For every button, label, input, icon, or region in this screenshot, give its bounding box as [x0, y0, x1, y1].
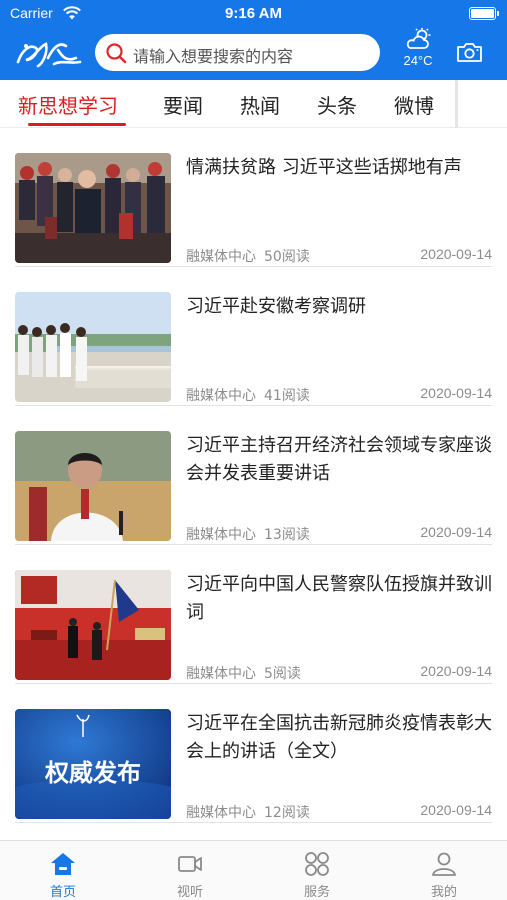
news-title: 习近平赴安徽考察调研 [186, 296, 366, 317]
app-header: Carrier 9:16 AM 请输入想要搜索的内容 24°C [0, 0, 507, 80]
nav-profile-label: 我的 [430, 885, 457, 900]
news-source: 融媒体中心 [186, 249, 256, 265]
news-source: 融媒体中心 [186, 388, 256, 404]
clock: 9:16 AM [225, 5, 282, 22]
weather-widget[interactable]: 24°C [396, 28, 440, 74]
news-title: 习近平向中国人民警察队伍授旗并致训词 [186, 574, 492, 623]
read-count: 50阅读 [264, 249, 310, 265]
news-date: 2020-09-14 [420, 246, 492, 262]
tab-new-thought[interactable]: 新思想学习 [18, 90, 118, 119]
nav-home[interactable]: 首页 [0, 841, 126, 900]
app-logo[interactable] [14, 36, 84, 70]
battery-icon [469, 7, 499, 20]
grid-icon [305, 852, 329, 876]
news-title: 习近平在全国抗击新冠肺炎疫情表彰大会上的讲话（全文） [186, 713, 492, 762]
tab-scroll-edge [455, 80, 458, 128]
news-date: 2020-09-14 [420, 524, 492, 540]
nav-video[interactable]: 视听 [127, 841, 253, 900]
news-date: 2020-09-14 [420, 385, 492, 401]
user-icon [432, 852, 456, 876]
news-source: 融媒体中心 [186, 666, 256, 682]
news-source: 融媒体中心 [186, 527, 256, 543]
nav-services-label: 服务 [303, 885, 330, 900]
home-icon [51, 853, 75, 875]
active-tab-indicator [28, 123, 126, 126]
nav-services[interactable]: 服务 [254, 841, 380, 900]
tab-headlines[interactable]: 头条 [317, 90, 357, 119]
news-thumbnail [15, 153, 171, 263]
news-title: 情满扶贫路 习近平这些话掷地有声 [186, 157, 462, 178]
partly-sunny-icon [406, 28, 431, 49]
nav-video-label: 视听 [176, 885, 203, 900]
temperature-label: 24°C [403, 53, 433, 68]
news-item[interactable]: 习近平赴安徽考察调研 融媒体中心 41阅读 2020-09-14 [15, 267, 492, 406]
bottom-tab-bar: 首页 视听 服务 我的 [0, 840, 507, 900]
category-tabs: 新思想学习 要闻 热闻 头条 微博 [0, 80, 507, 128]
news-thumbnail [15, 570, 171, 680]
status-bar: Carrier 9:16 AM [0, 0, 507, 28]
nav-home-label: 首页 [49, 885, 76, 900]
read-count: 5阅读 [264, 666, 301, 682]
search-icon [106, 43, 127, 64]
news-source: 融媒体中心 [186, 805, 256, 821]
news-item[interactable]: 权威发布 习近平在全国抗击新冠肺炎疫情表彰大会上的讲话（全文） 融媒体中心 12… [15, 684, 492, 823]
thumbnail-caption: 权威发布 [44, 759, 141, 787]
news-date: 2020-09-14 [420, 663, 492, 679]
search-input[interactable]: 请输入想要搜索的内容 [133, 43, 293, 67]
news-item[interactable]: 习近平主持召开经济社会领域专家座谈会并发表重要讲话 融媒体中心 13阅读 202… [15, 406, 492, 545]
video-icon [178, 856, 202, 872]
news-thumbnail [15, 431, 171, 541]
tab-weibo[interactable]: 微博 [394, 90, 434, 119]
news-title: 习近平主持召开经济社会领域专家座谈会并发表重要讲话 [186, 435, 492, 484]
read-count: 41阅读 [264, 388, 310, 404]
read-count: 12阅读 [264, 805, 310, 821]
tab-hot[interactable]: 热闻 [240, 90, 280, 119]
news-thumbnail: 权威发布 [15, 709, 171, 819]
news-date: 2020-09-14 [420, 802, 492, 818]
news-item[interactable]: 情满扶贫路 习近平这些话掷地有声 融媒体中心 50阅读 2020-09-14 [15, 128, 492, 267]
tab-news[interactable]: 要闻 [163, 90, 203, 119]
camera-icon[interactable] [456, 41, 483, 63]
read-count: 13阅读 [264, 527, 310, 543]
nav-profile[interactable]: 我的 [381, 841, 507, 900]
news-thumbnail [15, 292, 171, 402]
news-item[interactable]: 习近平向中国人民警察队伍授旗并致训词 融媒体中心 5阅读 2020-09-14 [15, 545, 492, 684]
search-bar[interactable]: 请输入想要搜索的内容 [95, 34, 380, 71]
